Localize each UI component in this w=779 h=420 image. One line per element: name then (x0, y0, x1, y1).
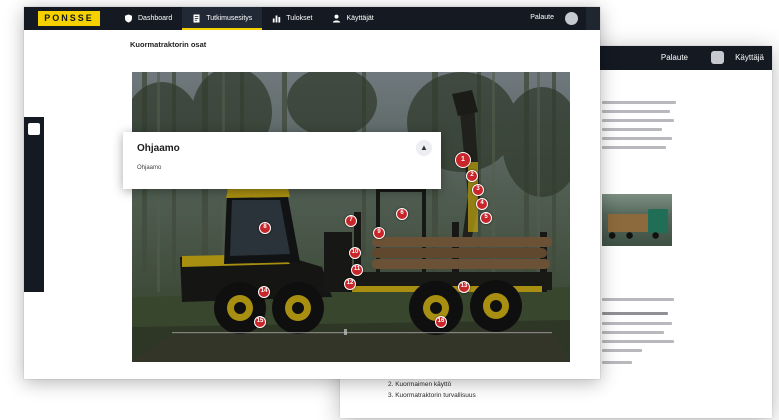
text-line (602, 110, 670, 113)
text-line (602, 146, 666, 149)
hotspot-marker[interactable]: 1 (455, 152, 471, 168)
hotspot-marker[interactable]: 11 (351, 264, 363, 276)
hotspot-marker[interactable]: 12 (344, 278, 356, 290)
shield-icon (124, 14, 133, 23)
document-icon (192, 14, 201, 23)
main-nav: Dashboard Tutkimusesitys Tulokset Käyttä… (114, 7, 384, 30)
chart-icon (272, 14, 281, 23)
hotspot-marker[interactable]: 16 (435, 316, 447, 328)
text-line (602, 137, 672, 140)
ponsse-logo[interactable]: PONSSE (38, 11, 100, 26)
hotspot-marker[interactable]: 4 (476, 198, 488, 210)
text-line (602, 340, 674, 343)
hotspot-marker[interactable]: 3 (472, 184, 484, 196)
user-icon (332, 14, 341, 23)
menu-icon[interactable] (586, 7, 600, 30)
hotspot-marker[interactable]: 8 (259, 222, 271, 234)
text-line (602, 322, 672, 325)
text-line (602, 128, 662, 131)
main-window: PONSSE Dashboard Tutkimusesitys Tulokset (24, 7, 600, 379)
steps-list-item[interactable]: 3. Kuormatraktorin turvallisuus (388, 390, 476, 401)
text-line (602, 101, 676, 104)
background-feedback-link[interactable]: Palaute (661, 53, 688, 62)
popup-subtitle: Ohjaamo (137, 165, 162, 171)
hotspot-marker[interactable]: 15 (254, 316, 266, 328)
hotspot-marker[interactable]: 9 (373, 227, 385, 239)
nav-tab-tutkimusesitys[interactable]: Tutkimusesitys (182, 7, 263, 30)
panel-toggle-icon[interactable] (28, 123, 40, 135)
chevron-up-icon[interactable]: ▲ (416, 140, 432, 156)
background-user-menu[interactable]: Käyttäjä (735, 53, 764, 62)
left-side-panel (24, 117, 44, 292)
text-line (602, 361, 632, 364)
background-avatar-icon[interactable] (711, 51, 724, 64)
info-popup: Ohjaamo Ohjaamo ▲ (123, 132, 441, 189)
feedback-link[interactable]: Palaute (530, 14, 554, 21)
nav-tab-label: Käyttäjät (346, 15, 374, 22)
popup-title: Ohjaamo (137, 143, 180, 154)
nav-tab-label: Dashboard (138, 15, 173, 22)
nav-tab-tulokset[interactable]: Tulokset (262, 7, 322, 30)
steps-list: 2. Kuormaimen käyttö 3. Kuormatraktorin … (388, 379, 476, 401)
text-line (602, 331, 664, 334)
hotspot-marker[interactable]: 2 (466, 170, 478, 182)
hotspot-marker[interactable]: 5 (480, 212, 492, 224)
text-line (602, 119, 674, 122)
nav-tab-kayttajat[interactable]: Käyttäjät (322, 7, 383, 30)
hotspot-marker[interactable]: 7 (345, 215, 357, 227)
text-line (602, 312, 668, 315)
steps-list-item[interactable]: 2. Kuormaimen käyttö (388, 379, 476, 390)
forwarder-image: 1 2 3 4 5 6 7 8 9 10 11 12 13 14 15 16 (132, 72, 570, 362)
hotspot-marker[interactable]: 13 (458, 281, 470, 293)
text-line (602, 349, 642, 352)
hotspot-marker[interactable]: 6 (396, 208, 408, 220)
page-title: Kuormatraktorin osat (130, 40, 207, 49)
nav-tab-label: Tutkimusesitys (206, 15, 253, 22)
truck-photo (602, 194, 672, 246)
nav-tab-label: Tulokset (286, 15, 313, 22)
avatar-icon[interactable] (565, 12, 578, 25)
nav-tab-dashboard[interactable]: Dashboard (114, 7, 182, 30)
text-line (602, 298, 674, 301)
top-navigation-bar: PONSSE Dashboard Tutkimusesitys Tulokset (24, 7, 600, 30)
hotspot-marker[interactable]: 10 (349, 247, 361, 259)
hotspot-marker[interactable]: 14 (258, 286, 270, 298)
